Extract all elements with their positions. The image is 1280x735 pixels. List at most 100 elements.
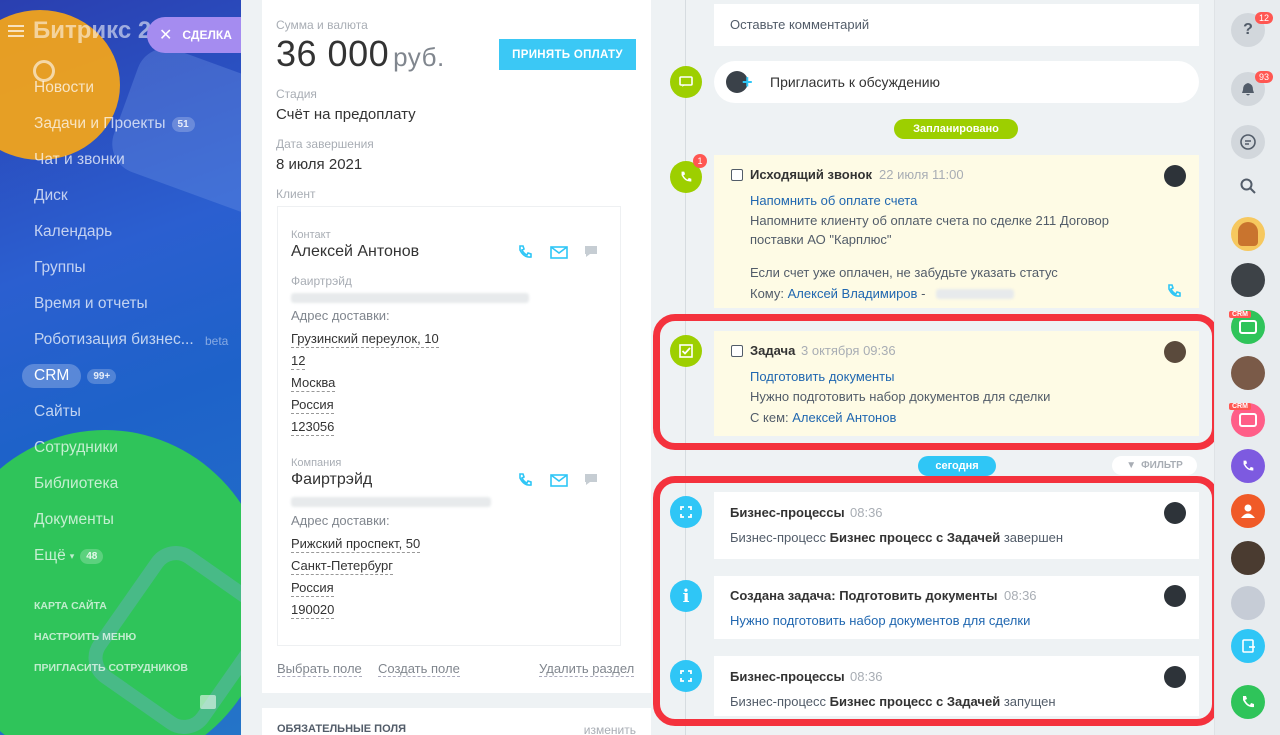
count-badge: 99+	[87, 368, 117, 384]
sidebar-item-robotization[interactable]: Роботизация бизнес... beta	[0, 322, 241, 358]
task-time: 3 октября 09:36	[801, 343, 896, 358]
avatar[interactable]	[1231, 541, 1265, 575]
sidebar-item-groups[interactable]: Группы	[0, 250, 241, 286]
call-button[interactable]	[1231, 685, 1265, 719]
sidebar-item-documents[interactable]: Документы	[0, 502, 241, 538]
event-title: Создана задача: Подготовить документы	[730, 588, 998, 603]
filter-label: ФИЛЬТР	[1141, 460, 1183, 471]
menu-icon[interactable]	[8, 25, 24, 37]
crm-icon	[1239, 320, 1257, 334]
required-fields-title: ОБЯЗАТЕЛЬНЫЕ ПОЛЯ	[277, 723, 406, 735]
sidebar-item-sites[interactable]: Сайты	[0, 394, 241, 430]
stage-value[interactable]: Счёт на предоплату	[276, 106, 416, 123]
comment-icon	[670, 66, 702, 98]
edit-link[interactable]: изменить	[584, 723, 636, 735]
event-card: Бизнес-процессы 08:36 Бизнес-процесс Биз…	[714, 656, 1199, 716]
address-line[interactable]: Москва	[291, 374, 336, 392]
app-logo[interactable]: Битрикс 2	[33, 17, 151, 45]
contact-name[interactable]: Алексей Антонов	[291, 243, 419, 261]
avatar[interactable]	[1231, 586, 1265, 620]
company-name[interactable]: Фаиртрэйд	[291, 471, 372, 489]
address-line[interactable]: 12	[291, 352, 306, 370]
sidebar-item-time-reports[interactable]: Время и отчеты	[0, 286, 241, 322]
event-text-prefix: Бизнес-процесс	[730, 694, 827, 709]
call-subject-link[interactable]: Напомнить об оплате счета	[750, 193, 917, 208]
delete-section-link[interactable]: Удалить раздел	[539, 661, 635, 677]
messenger-icon	[1240, 134, 1256, 150]
deal-tab[interactable]: ✕ СДЕЛКА	[147, 17, 241, 53]
event-text: Бизнес-процесс Бизнес процесс с Задачей …	[730, 692, 1056, 711]
chat-icon[interactable]	[583, 472, 601, 488]
event-title: Бизнес-процессы	[730, 669, 845, 684]
close-icon[interactable]: ✕	[159, 25, 172, 45]
mail-icon[interactable]	[550, 472, 568, 488]
invite-employees-link[interactable]: ПРИГЛАСИТЬ СОТРУДНИКОВ	[0, 652, 241, 683]
recipient-link[interactable]: Алексей Владимиров	[788, 286, 918, 301]
sidebar-item-more[interactable]: Ещё ▾ 48	[0, 538, 241, 574]
address-line[interactable]: 123056	[291, 418, 335, 436]
deal-card: Сумма и валюта 36 000 руб. ПРИНЯТЬ ОПЛАТУ…	[262, 0, 651, 693]
contact-address-label: Адрес доставки:	[291, 308, 390, 323]
sidebar-item-label: Время и отчеты	[34, 295, 148, 312]
chat-icon[interactable]	[583, 244, 601, 260]
address-line[interactable]: Грузинский переулок, 10	[291, 330, 439, 348]
participant-link[interactable]: Алексей Антонов	[792, 410, 896, 425]
sidebar-item-label: Диск	[34, 187, 68, 204]
configure-menu-link[interactable]: НАСТРОИТЬ МЕНЮ	[0, 621, 241, 652]
bell-icon	[1242, 83, 1254, 96]
event-task-link[interactable]: Нужно подготовить набор документов для с…	[730, 613, 1030, 628]
phone-icon[interactable]	[516, 244, 534, 260]
event-card: Бизнес-процессы 08:36 Бизнес-процесс Биз…	[714, 492, 1199, 559]
address-line[interactable]: Россия	[291, 396, 334, 414]
comment-input[interactable]: Оставьте комментарий	[714, 4, 1199, 46]
sidebar-item-crm[interactable]: CRM 99+	[0, 358, 241, 394]
sitemap-link[interactable]: КАРТА САЙТА	[0, 590, 241, 621]
sidebar-item-tasks[interactable]: Задачи и Проекты 51	[0, 106, 241, 142]
avatar[interactable]	[1231, 217, 1265, 251]
search-button[interactable]	[1231, 169, 1265, 203]
call-complete-checkbox[interactable]	[731, 169, 743, 181]
task-icon	[670, 335, 702, 367]
create-field-link[interactable]: Создать поле	[378, 661, 460, 677]
sidebar-item-news[interactable]: Новости	[0, 70, 241, 106]
avatar[interactable]	[1231, 263, 1265, 297]
sidebar-item-chat[interactable]: Чат и звонки	[0, 142, 241, 178]
printer-icon[interactable]	[200, 695, 216, 709]
address-line[interactable]: Рижский проспект, 50	[291, 535, 421, 553]
sidebar-item-label: Группы	[34, 259, 86, 276]
task-subject-link[interactable]: Подготовить документы	[750, 369, 894, 384]
close-date-value[interactable]: 8 июля 2021	[276, 156, 362, 173]
sidebar-item-label: CRM	[22, 364, 82, 388]
call-recipient: Кому: Алексей Владимиров -	[750, 286, 926, 301]
sidebar-item-disk[interactable]: Диск	[0, 178, 241, 214]
sidebar-item-employees[interactable]: Сотрудники	[0, 430, 241, 466]
invite-to-discussion[interactable]: + Пригласить к обсуждению	[714, 61, 1199, 103]
event-card: Создана задача: Подготовить документы 08…	[714, 576, 1199, 639]
mail-icon[interactable]	[550, 244, 568, 260]
sidebar-item-library[interactable]: Библиотека	[0, 466, 241, 502]
left-sidebar: Битрикс 2 Новости Задачи и Проекты 51 Чат…	[0, 0, 241, 735]
question-icon: ?	[1243, 21, 1253, 38]
viber-chat-button[interactable]	[1231, 449, 1265, 483]
address-line[interactable]: Россия	[291, 579, 334, 597]
avatar	[1164, 585, 1186, 607]
filter-button[interactable]: ▼ ФИЛЬТР	[1112, 456, 1197, 475]
event-title: Бизнес-процессы	[730, 505, 845, 520]
contact-company-label: Фаиртрэйд	[291, 274, 352, 288]
phone-icon[interactable]	[516, 472, 534, 488]
address-line[interactable]: 190020	[291, 601, 335, 619]
with-label: С кем:	[750, 410, 789, 425]
sidebar-item-calendar[interactable]: Календарь	[0, 214, 241, 250]
select-field-link[interactable]: Выбрать поле	[277, 661, 362, 677]
avatar[interactable]	[1231, 356, 1265, 390]
chat-button[interactable]	[1231, 125, 1265, 159]
user-button[interactable]	[1231, 494, 1265, 528]
blurred-phone	[291, 293, 529, 303]
open-lines-button[interactable]	[1231, 629, 1265, 663]
address-line[interactable]: Санкт-Петербург	[291, 557, 393, 575]
timeline: Оставьте комментарий + Пригласить к обсу…	[651, 0, 1219, 735]
company-label: Компания	[291, 457, 342, 469]
accept-payment-button[interactable]: ПРИНЯТЬ ОПЛАТУ	[499, 39, 636, 70]
task-complete-checkbox[interactable]	[731, 345, 743, 357]
phone-icon[interactable]	[1165, 283, 1183, 299]
